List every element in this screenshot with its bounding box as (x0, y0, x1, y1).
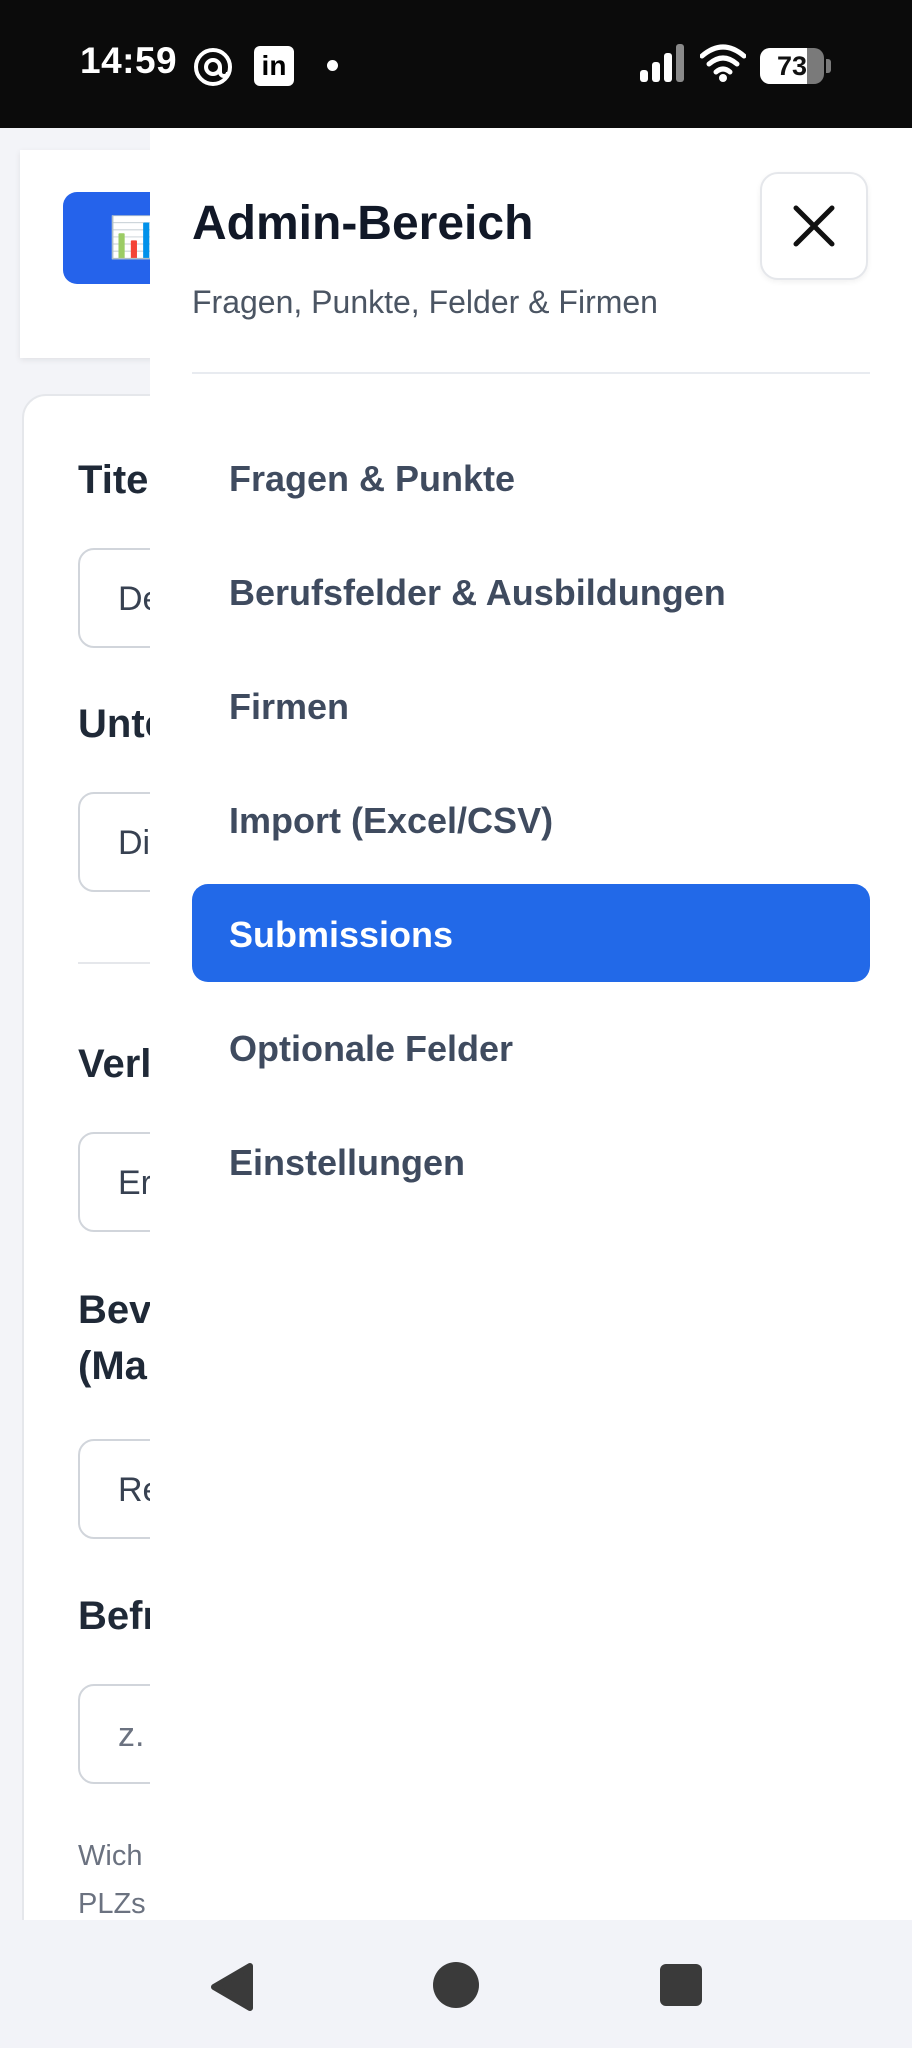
drawer-title: Admin-Bereich (192, 197, 534, 250)
drawer-subtitle: Fragen, Punkte, Felder & Firmen (192, 284, 658, 320)
nav-item-fragen-punkte[interactable]: Fragen & Punkte (192, 428, 870, 526)
nav-item-firmen[interactable]: Firmen (192, 656, 870, 754)
back-icon[interactable] (208, 1962, 254, 2012)
field-label-bev: Bev (78, 1288, 152, 1332)
field-label-befr: Befr (78, 1594, 159, 1638)
field-label-verl: Verl (78, 1042, 152, 1086)
signal-icon (640, 44, 684, 82)
linkedin-icon: in (254, 46, 294, 86)
drawer-divider (192, 372, 870, 374)
nav-item-import[interactable]: Import (Excel/CSV) (192, 770, 870, 868)
linkedin-glyph: in (261, 50, 287, 81)
status-bar: 14:59 in 73 (0, 0, 912, 128)
battery-icon: 73 (760, 48, 831, 84)
nav-item-submissions[interactable]: Submissions (192, 884, 870, 982)
nav-item-berufsfelder[interactable]: Berufsfelder & Ausbildungen (192, 542, 870, 640)
battery-tip (826, 59, 831, 73)
admin-nav: Fragen & Punkte Berufsfelder & Ausbildun… (192, 428, 870, 1226)
home-icon[interactable] (433, 1962, 479, 2008)
nav-item-einstellungen[interactable]: Einstellungen (192, 1112, 870, 1210)
close-button[interactable] (760, 172, 868, 280)
admin-drawer: Admin-Bereich Fragen, Punkte, Felder & F… (150, 128, 912, 1920)
notification-dot (327, 60, 338, 71)
field-label-bev-line2: (Ma (78, 1344, 147, 1388)
recents-icon[interactable] (660, 1964, 702, 2006)
nav-item-optionale-felder[interactable]: Optionale Felder (192, 998, 870, 1096)
status-time: 14:59 (80, 40, 178, 81)
wifi-icon (700, 44, 746, 82)
system-nav-bar (0, 1920, 912, 2048)
threads-icon (194, 48, 232, 86)
hint-line-1: Wich (78, 1840, 143, 1872)
battery-level: 73 (776, 50, 808, 81)
field-label-title: Tite (78, 458, 149, 502)
close-icon (793, 205, 835, 247)
